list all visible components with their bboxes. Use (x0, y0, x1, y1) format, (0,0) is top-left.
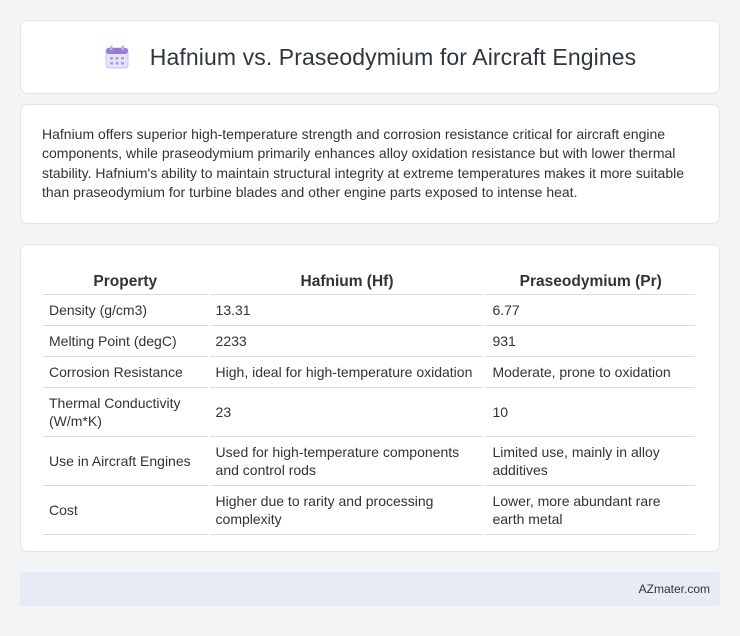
property-cell: Melting Point (degC) (43, 326, 208, 357)
column-header-property: Property (43, 265, 208, 295)
property-cell: Thermal Conductivity (W/m*K) (43, 388, 208, 437)
hafnium-cell: 13.31 (209, 295, 485, 326)
table-row: Corrosion Resistance High, ideal for hig… (43, 357, 695, 388)
footer-brand-link[interactable]: AZmater.com (639, 582, 710, 596)
property-cell: Density (g/cm3) (43, 295, 208, 326)
praseodymium-cell: 931 (486, 326, 695, 357)
hafnium-cell: High, ideal for high-temperature oxidati… (209, 357, 485, 388)
comparison-table-card: Property Hafnium (Hf) Praseodymium (Pr) … (20, 244, 720, 552)
hafnium-cell: Used for high-temperature components and… (209, 437, 485, 486)
column-header-hafnium: Hafnium (Hf) (209, 265, 485, 295)
hafnium-cell: Higher due to rarity and processing comp… (209, 486, 485, 535)
footer: AZmater.com (20, 572, 720, 606)
table-row: Thermal Conductivity (W/m*K) 23 10 (43, 388, 695, 437)
calendar-icon (104, 44, 130, 70)
property-cell: Cost (43, 486, 208, 535)
table-header-row: Property Hafnium (Hf) Praseodymium (Pr) (43, 265, 695, 295)
hafnium-cell: 23 (209, 388, 485, 437)
property-cell: Use in Aircraft Engines (43, 437, 208, 486)
praseodymium-cell: Lower, more abundant rare earth metal (486, 486, 695, 535)
praseodymium-cell: Moderate, prone to oxidation (486, 357, 695, 388)
summary-card: Hafnium offers superior high-temperature… (20, 104, 720, 224)
page-title: Hafnium vs. Praseodymium for Aircraft En… (149, 43, 637, 70)
table-row: Density (g/cm3) 13.31 6.77 (43, 295, 695, 326)
praseodymium-cell: Limited use, mainly in alloy additives (486, 437, 695, 486)
summary-text: Hafnium offers superior high-temperature… (42, 126, 684, 201)
property-cell: Corrosion Resistance (43, 357, 208, 388)
table-row: Cost Higher due to rarity and processing… (43, 486, 695, 535)
praseodymium-cell: 6.77 (486, 295, 695, 326)
table-row: Use in Aircraft Engines Used for high-te… (43, 437, 695, 486)
column-header-praseodymium: Praseodymium (Pr) (486, 265, 695, 295)
hafnium-cell: 2233 (209, 326, 485, 357)
table-row: Melting Point (degC) 2233 931 (43, 326, 695, 357)
praseodymium-cell: 10 (486, 388, 695, 437)
comparison-table: Property Hafnium (Hf) Praseodymium (Pr) … (41, 265, 697, 535)
title-card: Hafnium vs. Praseodymium for Aircraft En… (20, 20, 720, 94)
